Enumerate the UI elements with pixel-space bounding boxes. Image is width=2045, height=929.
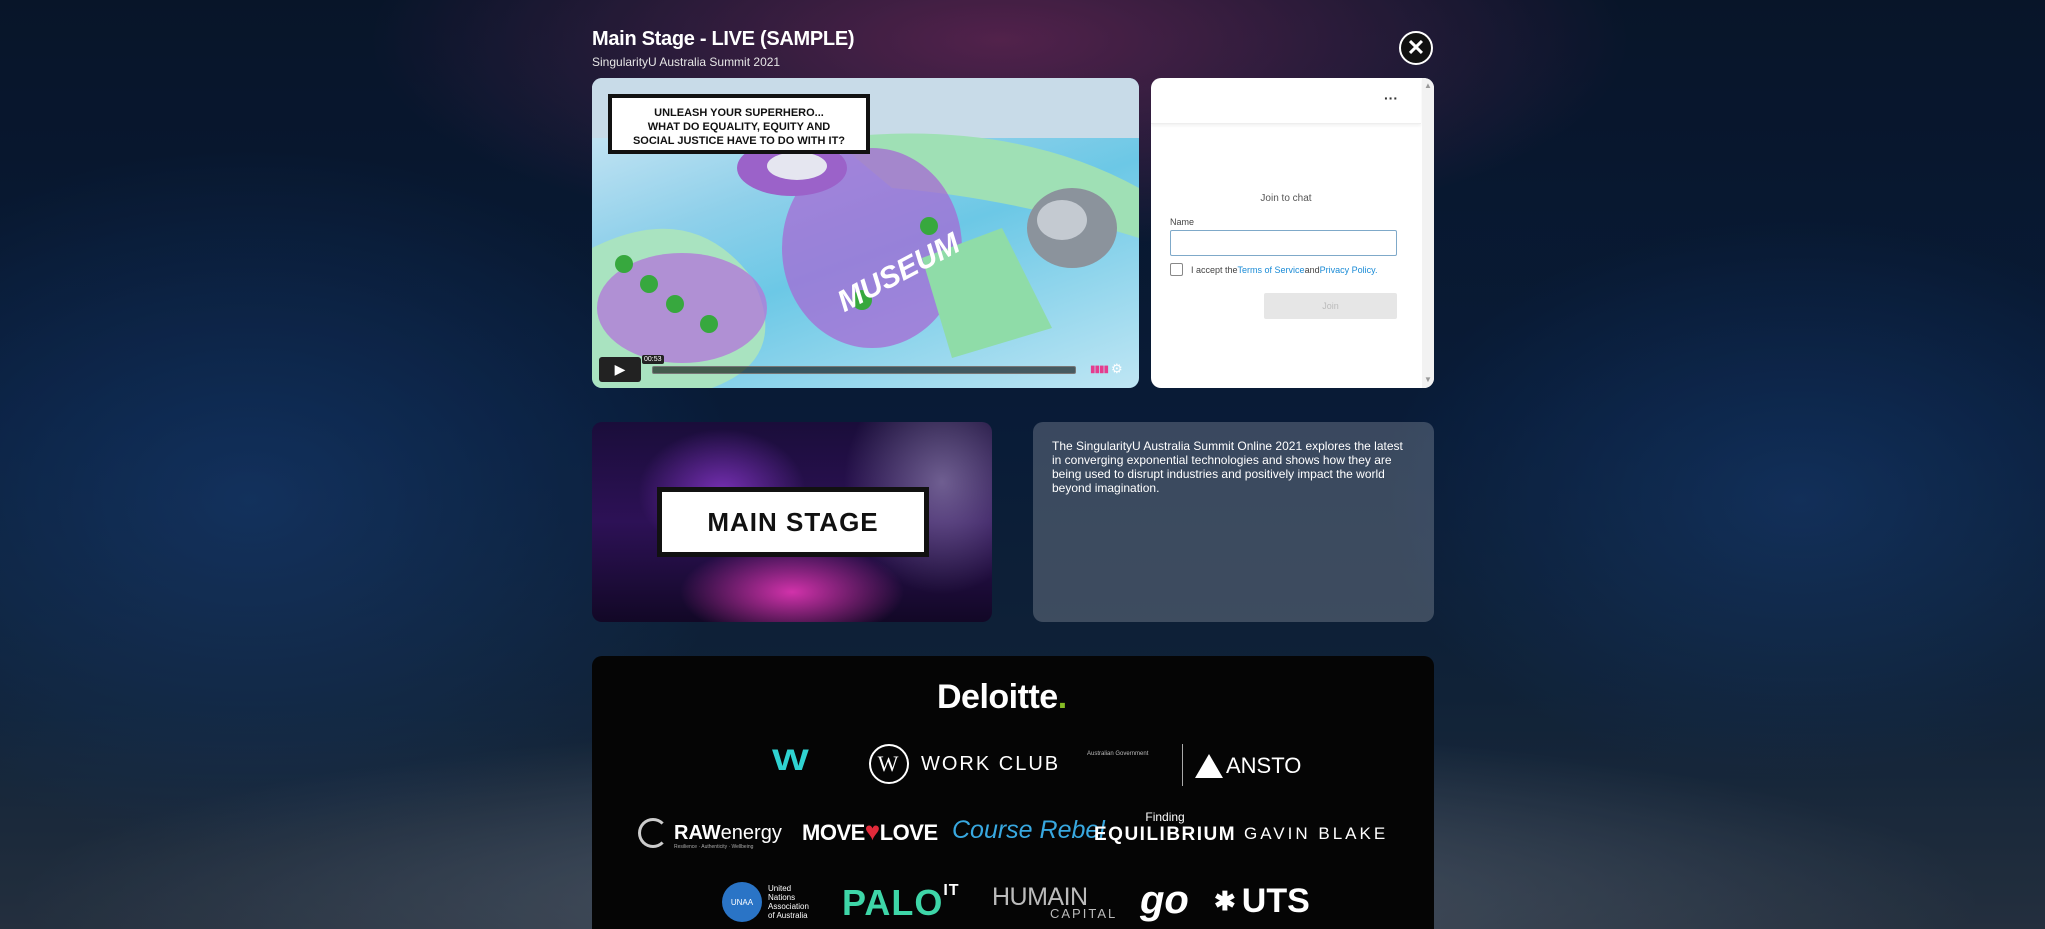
logo-divider <box>1182 744 1183 786</box>
terms-of-service-link[interactable]: Terms of Service <box>1238 265 1305 275</box>
gavin-blake-logo[interactable]: GAVIN BLAKE <box>1244 824 1388 844</box>
settings-icon[interactable]: ⚙ <box>1111 361 1123 377</box>
more-options-icon[interactable]: ··· <box>1384 90 1398 106</box>
w-logo[interactable]: W <box>772 744 809 778</box>
main-stage-banner: MAIN STAGE <box>592 422 992 622</box>
humain-capital-logo[interactable]: HUMAIN CAPITAL <box>992 883 1117 921</box>
heart-icon: ♥ <box>864 816 880 846</box>
finding-equilibrium-logo[interactable]: Finding EQUILIBRIUM <box>1094 810 1236 846</box>
accept-terms-row: I accept the Terms of Service and Privac… <box>1170 263 1377 276</box>
page-title: Main Stage - LIVE (SAMPLE) <box>592 28 855 50</box>
close-icon: ✕ <box>1406 35 1426 60</box>
australian-government-crest: Australian Government <box>1087 751 1149 757</box>
course-rebel-logo[interactable]: Course Rebel <box>952 816 1105 845</box>
volume-icon[interactable]: ▮▮▮▮ <box>1090 364 1109 375</box>
main-stage-label: MAIN STAGE <box>657 487 929 557</box>
video-player[interactable]: MUSEUM UNLEASH YOUR SUPERHERO... WHAT DO… <box>592 78 1139 388</box>
deloitte-logo[interactable]: Deloitte. <box>937 678 1067 717</box>
chat-header <box>1151 78 1421 124</box>
event-description: The SingularityU Australia Summit Online… <box>1033 422 1434 622</box>
privacy-policy-link[interactable]: Privacy Policy. <box>1320 265 1378 275</box>
accept-terms-checkbox[interactable] <box>1170 263 1183 276</box>
chat-scrollbar[interactable] <box>1422 78 1434 388</box>
play-icon: ▶ <box>614 361 626 377</box>
page-subtitle: SingularityU Australia Summit 2021 <box>592 55 781 69</box>
join-chat-title: Join to chat <box>1260 193 1312 204</box>
uts-logo[interactable]: ✱ UTS <box>1214 882 1310 921</box>
chat-panel: ··· ▲ ▼ Join to chat Name I accept the T… <box>1151 78 1434 388</box>
accept-prefix: I accept the <box>1191 264 1238 275</box>
close-button[interactable]: ✕ <box>1399 31 1433 65</box>
video-progress-bar[interactable] <box>652 366 1076 374</box>
video-frame-illustration: MUSEUM UNLEASH YOUR SUPERHERO... WHAT DO… <box>592 78 1139 388</box>
ansto-triangle-icon <box>1195 754 1223 778</box>
comic-caption-line-2: WHAT DO EQUALITY, EQUITY AND <box>648 121 831 133</box>
join-button[interactable]: Join <box>1264 293 1397 319</box>
raw-energy-tagline: Resilience · Authenticity · Wellbeing <box>674 843 754 850</box>
video-timestamp: 00:53 <box>642 355 664 364</box>
un-emblem-icon: UNAA <box>722 882 762 922</box>
sponsors-panel: Deloitte. W W WORK CLUB Australian Gover… <box>592 656 1434 929</box>
comic-caption-line-3: SOCIAL JUSTICE HAVE TO DO WITH IT? <box>633 135 845 147</box>
comic-caption-line-1: UNLEASH YOUR SUPERHERO... <box>654 107 824 119</box>
play-button[interactable]: ▶ <box>599 357 641 382</box>
palo-it-logo[interactable]: PALOIT <box>842 882 960 924</box>
header: Main Stage - LIVE (SAMPLE) SingularityU … <box>592 28 855 69</box>
scroll-down-icon[interactable]: ▼ <box>1424 375 1432 384</box>
move-love-logo[interactable]: MOVE♥LOVE <box>802 816 938 847</box>
unaa-logo[interactable]: UNAA United Nations Association of Austr… <box>722 882 809 922</box>
raw-energy-logo[interactable]: RAWenergy Resilience · Authenticity · We… <box>638 818 782 850</box>
work-club-text: WORK CLUB <box>921 752 1061 775</box>
accept-and: and <box>1304 264 1320 275</box>
scroll-up-icon[interactable]: ▲ <box>1424 81 1432 90</box>
name-label: Name <box>1170 217 1195 227</box>
swirl-icon <box>638 818 668 848</box>
uts-mark-icon: ✱ <box>1214 886 1236 916</box>
go-logo[interactable]: go <box>1140 878 1189 923</box>
work-club-logo[interactable]: W WORK CLUB <box>869 744 1060 784</box>
work-club-mark: W <box>869 744 909 784</box>
event-description-text: The SingularityU Australia Summit Online… <box>1052 439 1403 495</box>
ansto-logo[interactable]: ANSTO <box>1195 753 1301 779</box>
name-input[interactable] <box>1170 230 1397 256</box>
